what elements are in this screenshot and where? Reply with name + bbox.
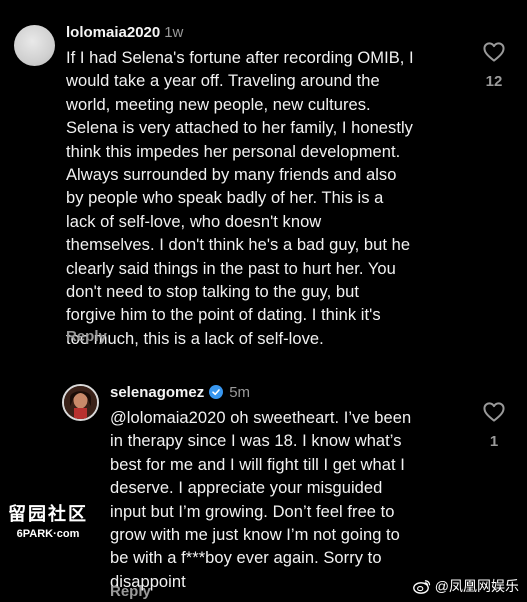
comment-text-line: grow with me just know I’m not going to [110,526,400,545]
heart-outline-icon[interactable] [483,42,505,62]
watermark-chars: 留园社区 [8,504,88,525]
weibo-logo-icon [412,579,431,597]
comment-text-line: deserve. I appreciate your misguided [110,479,383,498]
comment-text-line: If I had Selena's fortune after recordin… [66,49,414,67]
comment-text-line: be with a f***boy ever again. Sorry to [110,549,382,568]
comment-text-line: by people who speak badly of her. This i… [66,189,384,208]
comment-text-line: in therapy since I was 18. I know what’s [110,432,402,451]
timestamp: 1w [164,24,184,41]
comment-text-line: don't need to stop talking to the guy, b… [66,283,359,302]
comment-text: @lolomaia2020 oh sweetheart. I’ve been in… [110,407,470,594]
avatar[interactable] [14,25,55,66]
comment-text-line: too much, this is a lack of self-love. [66,329,324,348]
avatar[interactable] [62,384,99,421]
like-count: 1 [489,433,499,450]
watermark-left: 留园社区 6PARK·com [8,500,88,540]
watermark-right: @凤凰网娱乐 [412,576,519,597]
comment-text-line: would take a year off. Traveling around … [66,72,380,91]
comment-text-line: themselves. I don't think he's a bad guy… [66,236,411,255]
username[interactable]: lolomaia2020 [66,24,160,41]
verified-badge-icon [209,385,224,399]
like-column: 1 [479,402,509,450]
comment-header: selenagomez 5m [110,384,250,401]
comment-text: If I had Selena's fortune after recordin… [66,47,466,351]
comment-text-line: world, meeting new people, new cultures. [66,95,371,114]
comment-text-line: forgive him to the point of dating. I th… [66,306,381,325]
heart-outline-icon[interactable] [483,402,505,422]
comment-text-line: think this impedes her personal developm… [66,142,401,161]
comment-text-line: Selena is very attached to her family, I… [66,119,413,138]
username[interactable]: selenagomez [110,384,204,401]
comment-text-line: @lolomaia2020 oh sweetheart. I’ve been [110,409,412,427]
comment-text-line: best for me and I will fight till I get … [110,455,405,474]
like-count: 12 [485,73,503,90]
reply-button[interactable]: Reply [110,583,151,600]
comment-text-line: Always surrounded by many friends and al… [66,166,397,185]
comment-text-line: input but I’m growing. Don’t feel free t… [110,502,395,521]
watermark-site: 6PARK·com [16,528,80,540]
like-column: 12 [479,42,509,90]
reply-button[interactable]: Reply [66,328,107,345]
comment-text-line: clearly said things in the past to hurt … [66,259,396,278]
comment-text-line: lack of self-love, who doesn't know [66,212,322,231]
timestamp: 5m [229,384,251,401]
watermark-text: @凤凰网娱乐 [434,578,519,594]
comment-header: lolomaia2020 1w [66,24,183,41]
